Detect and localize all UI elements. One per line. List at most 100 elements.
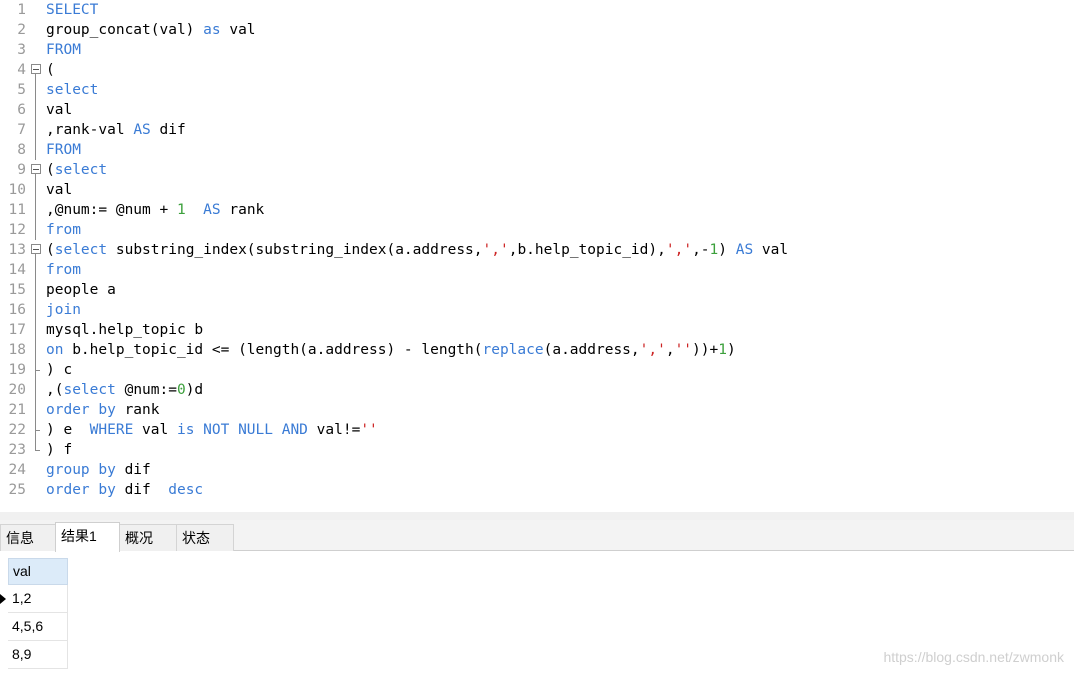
code-token-keyword: AS (203, 202, 221, 218)
tab-profile[interactable]: 概况 (119, 524, 177, 551)
line-number: 21 (8, 402, 26, 418)
code-text[interactable]: SELECT (46, 0, 98, 20)
fold-gutter[interactable] (29, 60, 43, 80)
code-line[interactable]: 11 ,@num:= @num + 1 AS rank (0, 200, 1074, 220)
code-token-text: ,rank-val (46, 122, 134, 138)
line-number: 15 (8, 282, 26, 298)
line-number: 16 (8, 302, 26, 318)
code-line[interactable]: 9 (select (0, 160, 1074, 180)
code-text[interactable]: ( (46, 60, 55, 80)
code-line[interactable]: 21 order by rank (0, 400, 1074, 420)
code-token-keyword: select (54, 162, 108, 178)
code-text[interactable]: group by dif (46, 460, 151, 480)
tab-result-1[interactable]: 结果1 (55, 522, 120, 552)
code-text[interactable]: ) e WHERE val is NOT NULL AND val!='' (46, 420, 378, 440)
code-line[interactable]: 7 ,rank-val AS dif (0, 120, 1074, 140)
collapse-icon[interactable] (31, 64, 41, 74)
code-text[interactable]: from (46, 220, 81, 240)
code-text[interactable]: people a (46, 280, 116, 300)
code-line[interactable]: 4( (0, 60, 1074, 80)
code-line[interactable]: 8 FROM (0, 140, 1074, 160)
code-token-text: ,@num:= @num + (46, 202, 177, 218)
code-line[interactable]: 22) e WHERE val is NOT NULL AND val!='' (0, 420, 1074, 440)
code-line[interactable]: 17 mysql.help_topic b (0, 320, 1074, 340)
tab-status[interactable]: 状态 (176, 524, 234, 551)
fold-gutter (29, 400, 43, 420)
code-text[interactable]: (select substring_index(substring_index(… (46, 240, 788, 260)
table-row[interactable]: 8,9 (8, 641, 68, 669)
code-token-number: 1 (176, 202, 186, 218)
collapse-icon[interactable] (31, 164, 41, 174)
code-text[interactable]: from (46, 260, 81, 280)
code-text[interactable]: FROM (46, 40, 81, 60)
code-text[interactable]: (select (46, 160, 107, 180)
code-line[interactable]: 19) c (0, 360, 1074, 380)
fold-gutter (29, 140, 43, 160)
fold-gutter (29, 420, 43, 440)
code-text[interactable]: order by rank (46, 400, 160, 420)
code-text[interactable]: ,@num:= @num + 1 AS rank (46, 200, 264, 220)
code-text[interactable]: val (46, 180, 72, 200)
collapse-icon[interactable] (31, 244, 41, 254)
column-header-val[interactable]: val (8, 558, 68, 585)
code-text[interactable]: ,rank-val AS dif (46, 120, 186, 140)
code-line[interactable]: 5 select (0, 80, 1074, 100)
code-line[interactable]: 25 order by dif desc (0, 480, 1074, 500)
code-line[interactable]: 2 group_concat(val) as val (0, 20, 1074, 40)
result-tab-bar: 信息 结果1 概况 状态 (0, 520, 1074, 552)
tab-info[interactable]: 信息 (0, 524, 56, 551)
code-token-text: ,- (692, 242, 710, 258)
code-line[interactable]: 18 on b.help_topic_id <= (length(a.addres… (0, 340, 1074, 360)
code-token-text: ) e (46, 422, 90, 438)
line-number: 1 (17, 2, 26, 18)
sql-editor-window: 1 SELECT 2 group_concat(val) as val 3 FROM 4(5… (0, 0, 1074, 675)
code-token-text: mysql.help_topic b (46, 322, 204, 338)
code-text[interactable]: ) c (46, 360, 72, 380)
code-token-keyword: order by (46, 482, 116, 498)
code-token-text: val!= (307, 422, 361, 438)
sql-editor[interactable]: 1 SELECT 2 group_concat(val) as val 3 FROM 4(5… (0, 0, 1074, 512)
code-text[interactable]: ,(select @num:=0)d (46, 380, 203, 400)
code-line[interactable]: 14 from (0, 260, 1074, 280)
line-number: 14 (8, 262, 26, 278)
code-line[interactable]: 6 val (0, 100, 1074, 120)
code-text[interactable]: order by dif desc (46, 480, 203, 500)
code-token-keyword: group by (46, 462, 116, 478)
code-token-text: val (220, 22, 256, 38)
fold-gutter[interactable] (29, 160, 43, 180)
code-text[interactable]: join (46, 300, 81, 320)
code-token-text: ) f (46, 442, 73, 458)
fold-gutter (29, 20, 43, 40)
code-token-keyword: join (46, 302, 81, 318)
code-line[interactable]: 13 (select substring_index(substring_inde… (0, 240, 1074, 260)
code-line[interactable]: 24 group by dif (0, 460, 1074, 480)
fold-gutter (29, 380, 43, 400)
code-line[interactable]: 20 ,(select @num:=0)d (0, 380, 1074, 400)
code-text[interactable]: ) f (46, 440, 72, 460)
code-line[interactable]: 23 ) f (0, 440, 1074, 460)
pane-splitter[interactable] (0, 512, 1074, 520)
code-token-text: rank (220, 202, 265, 218)
code-token-keyword: is NOT NULL AND (176, 422, 308, 438)
line-number: 23 (8, 442, 26, 458)
code-line[interactable]: 3 FROM (0, 40, 1074, 60)
code-token-text: people a (46, 282, 116, 298)
code-text[interactable]: val (46, 100, 72, 120)
code-line[interactable]: 12 from (0, 220, 1074, 240)
fold-gutter[interactable] (29, 240, 43, 260)
table-row[interactable]: 1,2 (8, 585, 68, 613)
table-row[interactable]: 4,5,6 (8, 613, 68, 641)
code-text[interactable]: mysql.help_topic b (46, 320, 203, 340)
code-text[interactable]: on b.help_topic_id <= (length(a.address)… (46, 340, 736, 360)
code-text[interactable]: group_concat(val) as val (46, 20, 256, 40)
code-token-text: val (46, 102, 73, 118)
code-text[interactable]: FROM (46, 140, 81, 160)
code-line[interactable]: 16 join (0, 300, 1074, 320)
code-token-text: )d (185, 382, 204, 398)
code-token-text: ) (726, 342, 736, 358)
code-text[interactable]: select (46, 80, 98, 100)
code-token-string: ',' (482, 242, 509, 258)
code-line[interactable]: 10 val (0, 180, 1074, 200)
code-line[interactable]: 1 SELECT (0, 0, 1074, 20)
code-line[interactable]: 15 people a (0, 280, 1074, 300)
